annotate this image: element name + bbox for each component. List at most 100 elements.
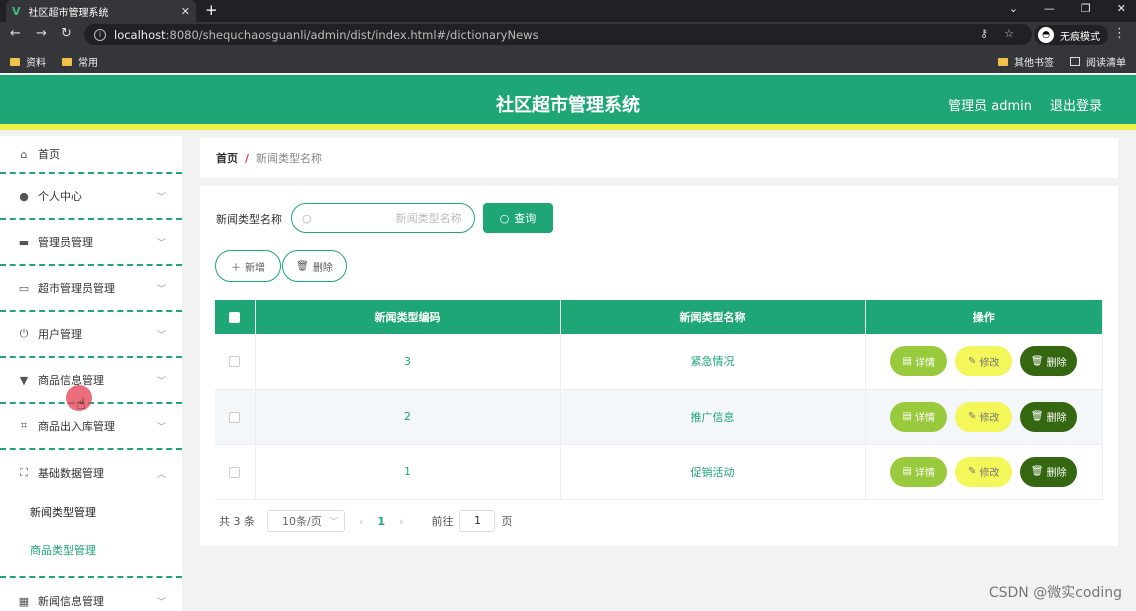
sidebar-item-admin[interactable]: ▬ 管理员管理 ﹀: [0, 220, 182, 266]
sidebar-item-profile[interactable]: ● 个人中心 ﹀: [0, 174, 182, 220]
chevron-down-icon[interactable]: ⌄: [1009, 2, 1018, 15]
query-button-label: 查询: [514, 212, 537, 225]
monitor-icon: ▬: [18, 235, 30, 249]
back-icon[interactable]: ←: [10, 26, 21, 41]
reading-list-icon: [1070, 57, 1080, 66]
reload-icon[interactable]: ↻: [61, 26, 72, 41]
minimize-icon[interactable]: —: [1044, 2, 1055, 15]
edit-label: 修改: [979, 413, 1000, 424]
home-icon: ⌂: [20, 147, 28, 161]
sidebar-item-home[interactable]: ⌂ 首页: [0, 136, 182, 174]
bookmark-label: 其他书签: [1014, 58, 1054, 69]
info-icon[interactable]: i: [94, 28, 106, 41]
sidebar: ⌂ 首页 ● 个人中心 ﹀ ▬ 管理员管理 ﹀ ▭ 超市管理员管理 ﹀ ⏻ 用户…: [0, 136, 182, 611]
folder-icon: [62, 57, 72, 66]
edit-button[interactable]: ✎ 修改: [955, 456, 1013, 487]
submenu-item-goods-type[interactable]: 商品类型管理: [30, 542, 96, 558]
chevron-down-icon: ﹀: [156, 284, 166, 295]
cell-actions: ▤ 详情 ✎ 修改 🗑 删除: [865, 444, 1103, 500]
pencil-icon: ✎: [968, 466, 977, 477]
row-checkbox[interactable]: [229, 356, 241, 368]
edit-button[interactable]: ✎ 修改: [955, 346, 1013, 377]
page-number[interactable]: 1: [377, 515, 385, 528]
pagination-total: 共 3 条: [219, 515, 255, 528]
sidebar-item-market-admin[interactable]: ▭ 超市管理员管理 ﹀: [0, 266, 182, 312]
fullscreen-icon: ⛶: [20, 466, 28, 479]
detail-button[interactable]: ▤ 详情: [890, 456, 948, 487]
close-tab-icon[interactable]: ✕: [181, 5, 190, 18]
url-field[interactable]: i localhost:8080/shequchaosguanli/admin/…: [84, 24, 1032, 45]
other-bookmarks[interactable]: 其他书签: [998, 54, 1054, 69]
goto-label: 前往: [431, 515, 454, 528]
url-icons: ⚷ ☆: [980, 27, 1014, 40]
restore-icon[interactable]: ❐: [1081, 2, 1091, 15]
incognito-badge[interactable]: ◓ 无痕模式: [1034, 25, 1108, 45]
detail-button[interactable]: ▤ 详情: [890, 401, 948, 432]
batch-delete-button[interactable]: 🗑 删除: [282, 250, 347, 282]
cell-actions: ▤ 详情 ✎ 修改 🗑 删除: [865, 389, 1103, 445]
sidebar-item-news[interactable]: ▦ 新闻信息管理 ﹀: [0, 578, 182, 611]
row-checkbox[interactable]: [229, 411, 241, 423]
next-page-icon[interactable]: ›: [399, 515, 403, 528]
cell-name: 推广信息: [560, 389, 866, 445]
page-size-select[interactable]: 10条/页 ﹀: [267, 510, 345, 532]
sidebar-item-users[interactable]: ⏻ 用户管理 ﹀: [0, 312, 182, 358]
cell-code: 3: [255, 334, 561, 390]
delete-button[interactable]: 🗑 删除: [1020, 346, 1078, 377]
header-code[interactable]: 新闻类型编码: [255, 300, 561, 334]
search-field[interactable]: ○: [291, 203, 475, 233]
search-icon: ○: [499, 211, 510, 225]
sidebar-item-label: 商品信息管理: [38, 374, 104, 387]
chevron-down-icon: ﹀: [156, 422, 166, 433]
table-row: 3 紧急情况 ▤ 详情 ✎ 修改 🗑 删除: [215, 334, 1103, 390]
content-card: 新闻类型名称 ○ ○ 查询 ＋ 新增 🗑 删除 新闻类型编码 新闻类型名称 操作…: [200, 186, 1118, 546]
edit-label: 修改: [979, 468, 1000, 479]
forward-icon[interactable]: →: [36, 26, 47, 41]
vue-logo-icon: V: [12, 4, 21, 18]
goto-page-input[interactable]: 1: [459, 510, 496, 532]
add-button-label: 新增: [245, 262, 265, 274]
header-actions: 操作: [865, 300, 1103, 334]
delete-button[interactable]: 🗑 删除: [1020, 456, 1078, 487]
document-icon: ▤: [902, 411, 912, 422]
sidebar-item-label: 用户管理: [38, 328, 82, 341]
row-checkbox[interactable]: [229, 466, 241, 478]
browser-tab[interactable]: V 社区超市管理系统 ✕: [6, 0, 196, 22]
bookmark-label: 常用: [78, 58, 98, 69]
reading-list[interactable]: 阅读清单: [1070, 54, 1126, 69]
browser-menu-icon[interactable]: ⋮: [1113, 26, 1126, 41]
grid-icon: ▦: [18, 594, 30, 608]
add-button[interactable]: ＋ 新增: [215, 250, 281, 282]
edit-button[interactable]: ✎ 修改: [955, 401, 1013, 432]
delete-label: 删除: [1046, 413, 1067, 424]
logout-link[interactable]: 退出登录: [1050, 95, 1102, 114]
trash-icon: 🗑: [1030, 466, 1044, 477]
header-user-area: 管理员 admin 退出登录: [948, 95, 1102, 114]
sidebar-item-stock[interactable]: ⌗ 商品出入库管理 ﹀: [0, 404, 182, 450]
star-icon[interactable]: ☆: [1004, 27, 1014, 40]
bookmark-label: 资料: [26, 58, 46, 69]
base-data-submenu: 新闻类型管理 商品类型管理: [0, 496, 182, 578]
prev-page-icon[interactable]: ‹: [359, 515, 363, 528]
row-checkbox-cell: [215, 389, 256, 445]
breadcrumb: 首页 / 新闻类型名称: [200, 138, 1118, 178]
window-controls: ⌄ — ❐ ✕: [1009, 2, 1126, 15]
submenu-item-news-type[interactable]: 新闻类型管理: [30, 504, 96, 520]
close-window-icon[interactable]: ✕: [1117, 2, 1126, 15]
app-header: 社区超市管理系统 管理员 admin 退出登录: [0, 75, 1136, 130]
delete-button[interactable]: 🗑 删除: [1020, 401, 1078, 432]
search-input[interactable]: [311, 211, 462, 225]
delete-button-label: 删除: [312, 262, 333, 274]
cell-actions: ▤ 详情 ✎ 修改 🗑 删除: [865, 334, 1103, 390]
select-all-checkbox[interactable]: [229, 312, 241, 323]
detail-label: 详情: [914, 357, 935, 369]
query-button[interactable]: ○ 查询: [483, 203, 553, 233]
header-name[interactable]: 新闻类型名称: [560, 300, 866, 334]
detail-button[interactable]: ▤ 详情: [890, 346, 948, 377]
new-tab-icon[interactable]: +: [205, 1, 218, 19]
breadcrumb-home[interactable]: 首页: [216, 150, 238, 166]
bookmark-folder[interactable]: 常用: [62, 54, 98, 69]
sidebar-item-base-data[interactable]: ⛶ 基础数据管理 ︿: [0, 450, 182, 496]
key-icon[interactable]: ⚷: [980, 27, 988, 40]
bookmark-folder[interactable]: 资料: [10, 54, 46, 69]
